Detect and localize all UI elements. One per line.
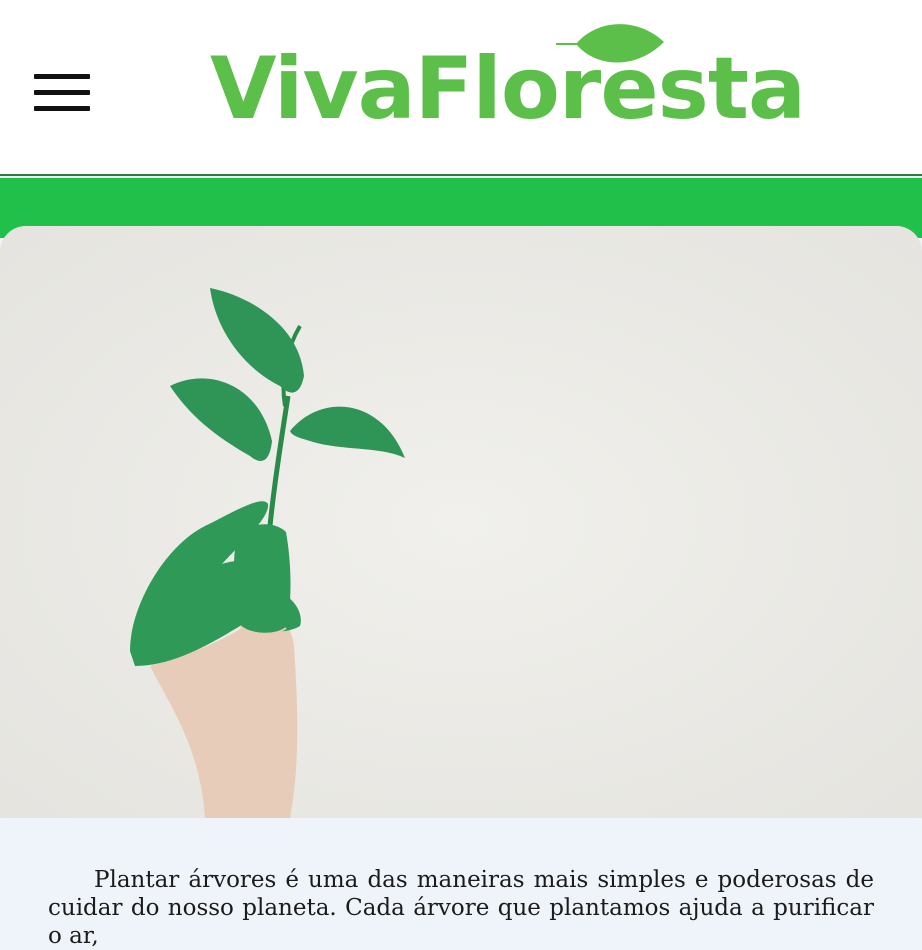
menu-button[interactable] (30, 72, 94, 116)
hamburger-menu-icon (34, 74, 90, 79)
intro-paragraph: Plantar árvores é uma das maneiras mais … (48, 867, 874, 949)
article-content: Plantar árvores é uma das maneiras mais … (48, 866, 874, 950)
hand-seedling-illustration (0, 226, 922, 818)
app-header: VivaFloresta (0, 0, 922, 176)
logo-text: VivaFloresta (210, 39, 806, 139)
hero-image (0, 226, 922, 818)
site-logo[interactable]: VivaFloresta (210, 18, 806, 148)
